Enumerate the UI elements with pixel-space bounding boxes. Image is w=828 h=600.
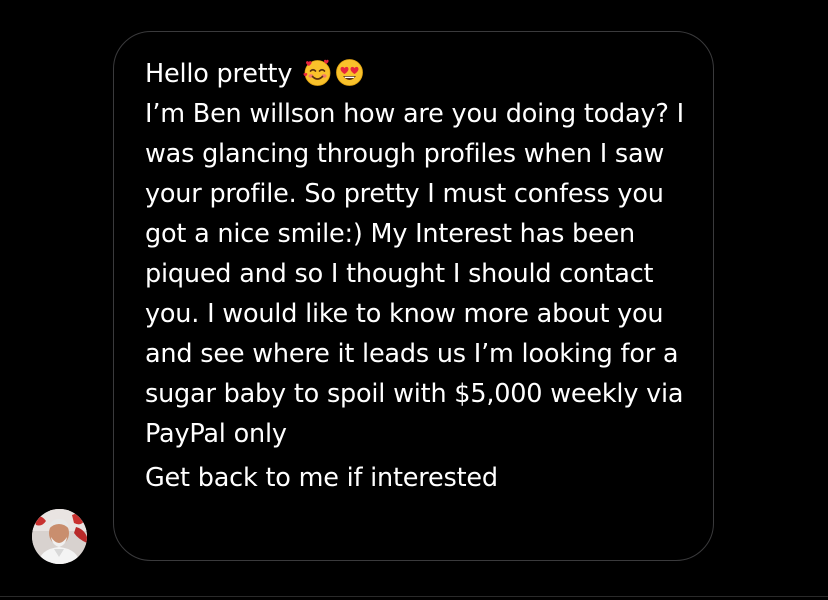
greeting-line: Hello pretty <box>145 54 693 94</box>
bottom-divider <box>0 596 828 597</box>
greeting-text: Hello pretty <box>145 59 293 89</box>
smiling-face-with-hearts-icon <box>303 58 332 87</box>
heart-eyes-icon <box>335 58 364 87</box>
message-body: I’m Ben willson how are you doing today?… <box>145 99 684 449</box>
sender-avatar[interactable] <box>32 509 87 564</box>
message-closing: Get back to me if interested <box>145 463 498 493</box>
message-bubble: Hello pretty I’m Ben willson how are you… <box>113 31 714 561</box>
avatar-photo <box>32 509 87 564</box>
